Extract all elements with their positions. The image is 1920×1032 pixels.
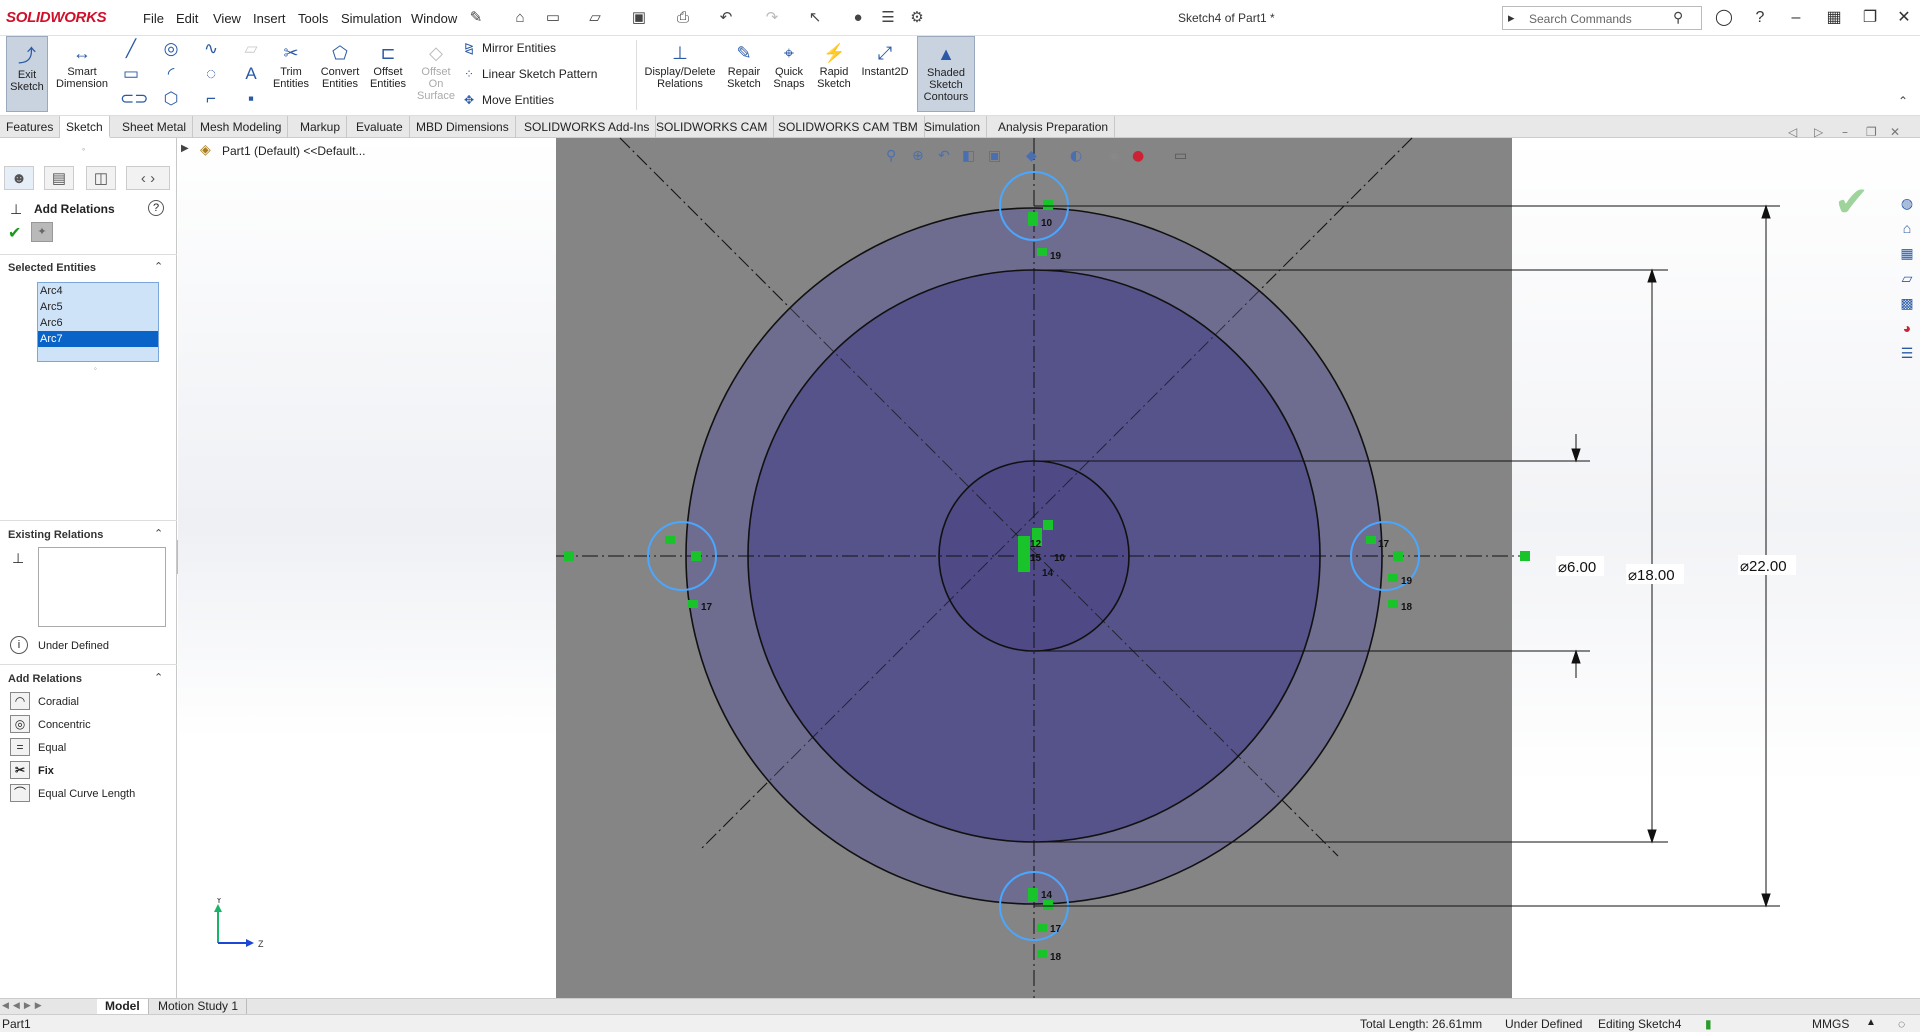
design-library-icon[interactable]: ⌂ [1896,217,1918,239]
viewport-controls[interactable]: ◁ ▷ – ❐ ✕ [1787,125,1900,139]
viewport-close-icon: ✕ [1890,125,1900,139]
display-style-icon: ◐ [1070,148,1082,164]
relation-number: 17 [1050,924,1062,935]
section-view-icon: ◧ [962,148,975,164]
dimension-22-label[interactable]: ⌀22.00 [1740,558,1787,575]
centerline-endpoint[interactable] [564,551,574,561]
previous-view-icon: ↶ [938,148,950,164]
viewport-minimize-icon: – [1842,125,1848,139]
heads-up-view-toolbar[interactable]: ⚲ ⊕ ↶ ◧ ▣ ◆ ◐ ◉ ● ▭ [886,148,1187,164]
status-editing: Editing Sketch4 [1598,1017,1682,1031]
tab-scroll-arrows-icon[interactable]: ◀◀▶▶ [2,1000,46,1011]
status-bar: Part1 Total Length: 26.61mm Under Define… [0,1014,1920,1032]
custom-properties-icon[interactable]: ☰ [1896,342,1918,364]
status-part-name: Part1 [2,1017,31,1031]
status-total-length: Total Length: 26.61mm [1360,1017,1483,1031]
viewport-prev-icon: ◁ [1787,125,1797,139]
notification-icon[interactable]: ◌ [1898,1017,1905,1031]
relation-number: 18 [1401,602,1413,613]
dimension-18-label[interactable]: ⌀18.00 [1628,567,1675,584]
zoom-area-icon: ⊕ [912,148,924,164]
sketch-canvas[interactable]: 10 19 17 12 15 14 10 18 19 17 14 17 18 ⌀… [0,0,1920,998]
appearances-icon[interactable]: ▩ [1896,292,1918,314]
scenes-icon[interactable]: ◕ [1896,317,1918,339]
centerline-endpoint[interactable] [1520,551,1530,561]
relation-number: 19 [1401,576,1413,587]
solidworks-resources-icon[interactable]: ◍ [1896,192,1918,214]
appearance-icon: ● [1132,148,1144,164]
relation-number: 17 [1378,539,1390,550]
dimension-6-label[interactable]: ⌀6.00 [1558,559,1596,576]
bottom-tabs: ◀◀▶▶ Model Motion Study 1 [0,998,1920,1015]
relation-number: 12 [1030,539,1042,550]
relation-number: 10 [1054,553,1066,564]
relation-number: 19 [1050,251,1062,262]
tab-model[interactable]: Model [97,999,149,1015]
rebuild-indicator-icon[interactable]: ▮ [1705,1017,1712,1031]
view-palette-icon[interactable]: ▱ [1896,267,1918,289]
relation-number: 18 [1050,952,1062,963]
zoom-to-fit-icon: ⚲ [886,148,896,164]
units-caret-icon[interactable]: ▲ [1866,1017,1876,1028]
relation-number: 15 [1030,553,1042,564]
relation-number: 14 [1042,568,1054,579]
relation-number: 10 [1041,218,1053,229]
display-settings-icon: ▭ [1174,148,1187,164]
viewport-next-icon: ▷ [1814,125,1824,139]
view-orientation-icon: ◆ [1026,148,1037,164]
tab-motion-study-1[interactable]: Motion Study 1 [150,999,248,1015]
confirm-check-icon[interactable]: ✔ [1834,177,1869,226]
relation-number: 17 [701,602,713,613]
dynamic-annotation-icon: ▣ [988,148,1001,164]
hide-show-icon: ◉ [1108,148,1120,164]
status-definition: Under Defined [1505,1017,1583,1031]
file-explorer-icon[interactable]: ▦ [1896,242,1918,264]
status-units[interactable]: MMGS [1812,1017,1849,1031]
viewport-restore-icon: ❐ [1866,125,1877,139]
relation-number: 14 [1041,890,1053,901]
